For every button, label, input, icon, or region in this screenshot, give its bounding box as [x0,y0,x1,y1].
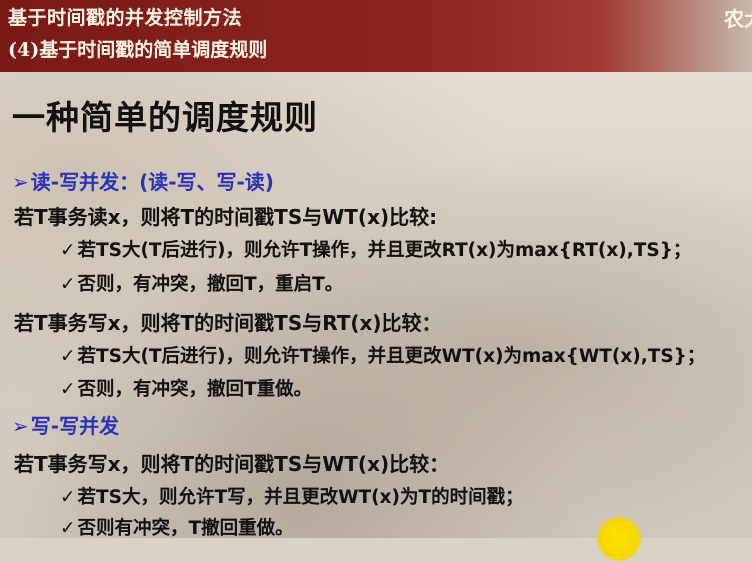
rule-write-x: 若T事务写x，则将T的时间戳TS与RT(x)比较： [14,311,442,335]
arrow-bullet-icon: ➢ [12,170,29,194]
check-icon: ✓ [60,518,76,539]
rule-write-write-x: 若T事务写x，则将T的时间戳TS与WT(x)比较： [14,452,450,476]
check-icon: ✓ [60,379,76,400]
header-subtitle: (4)基于时间戳的简单调度规则 [8,39,268,61]
section-heading-text: 读-写并发：(读-写、写-读) [30,170,274,194]
rule-read-x: 若T事务读x，则将T的时间戳TS与WT(x)比较: [14,205,438,229]
check-icon: ✓ [60,274,76,295]
rule-item-text: 否则，有冲突，撤回T，重启T。 [77,274,344,295]
slide-title: 一种简单的调度规则 [12,98,318,137]
slide-header: 基于时间戳的并发控制方法 (4)基于时间戳的简单调度规则 农大 [0,0,752,72]
rule-item: ✓ 否则，有冲突，撤回T，重启T。 [60,270,343,296]
rule-item: ✓ 若TS大(T后进行)，则允许T操作，并且更改WT(x)为max{WT(x),T… [60,342,705,368]
section-heading-text: 写-写并发 [30,414,120,438]
rule-item-text: 若TS大(T后进行)，则允许T操作，并且更改WT(x)为max{WT(x),TS… [77,346,706,367]
rule-item: ✓ 否则有冲突，T撤回重做。 [60,514,294,540]
rule-item: ✓ 若TS大(T后进行)，则允许T操作，并且更改RT(x)为max{RT(x),T… [60,236,691,262]
pointer-highlight [596,516,642,562]
header-title: 基于时间戳的并发控制方法 [8,7,243,29]
rule-item: ✓ 否则，有冲突，撤回T重做。 [60,375,312,401]
section-write-write-heading: ➢ 写-写并发 [12,410,119,439]
check-icon: ✓ [60,240,76,261]
rule-item-text: 若TS大(T后进行)，则允许T操作，并且更改RT(x)为max{RT(x),TS… [77,240,692,261]
rule-item-text: 若TS大，则允许T写，并且更改WT(x)为T的时间戳； [77,487,524,508]
check-icon: ✓ [60,487,76,508]
section-read-write-heading: ➢ 读-写并发：(读-写、写-读) [12,166,274,195]
header-corner-text: 农大 [724,7,752,31]
arrow-bullet-icon: ➢ [12,414,29,438]
rule-item-text: 否则，有冲突，撤回T重做。 [77,379,313,400]
check-icon: ✓ [60,346,76,367]
rule-item-text: 否则有冲突，T撤回重做。 [77,518,294,539]
rule-item: ✓ 若TS大，则允许T写，并且更改WT(x)为T的时间戳； [60,483,524,509]
